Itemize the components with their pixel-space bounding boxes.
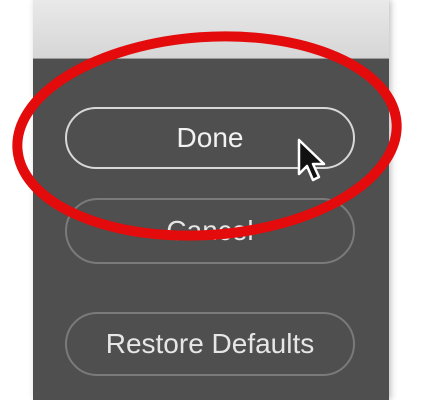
mouse-pointer-arrow-icon xyxy=(297,138,326,182)
cancel-button[interactable]: Cancel xyxy=(65,198,355,264)
restore-defaults-button[interactable]: Restore Defaults xyxy=(65,312,355,376)
restore-defaults-button-label: Restore Defaults xyxy=(105,328,315,359)
screenshot-canvas: Done Cancel Restore Defaults xyxy=(0,0,421,400)
done-button-label: Done xyxy=(176,122,244,153)
cancel-button-label: Cancel xyxy=(166,215,254,246)
dialog-titlebar xyxy=(33,0,389,59)
dialog-panel: Done Cancel Restore Defaults xyxy=(33,0,389,400)
